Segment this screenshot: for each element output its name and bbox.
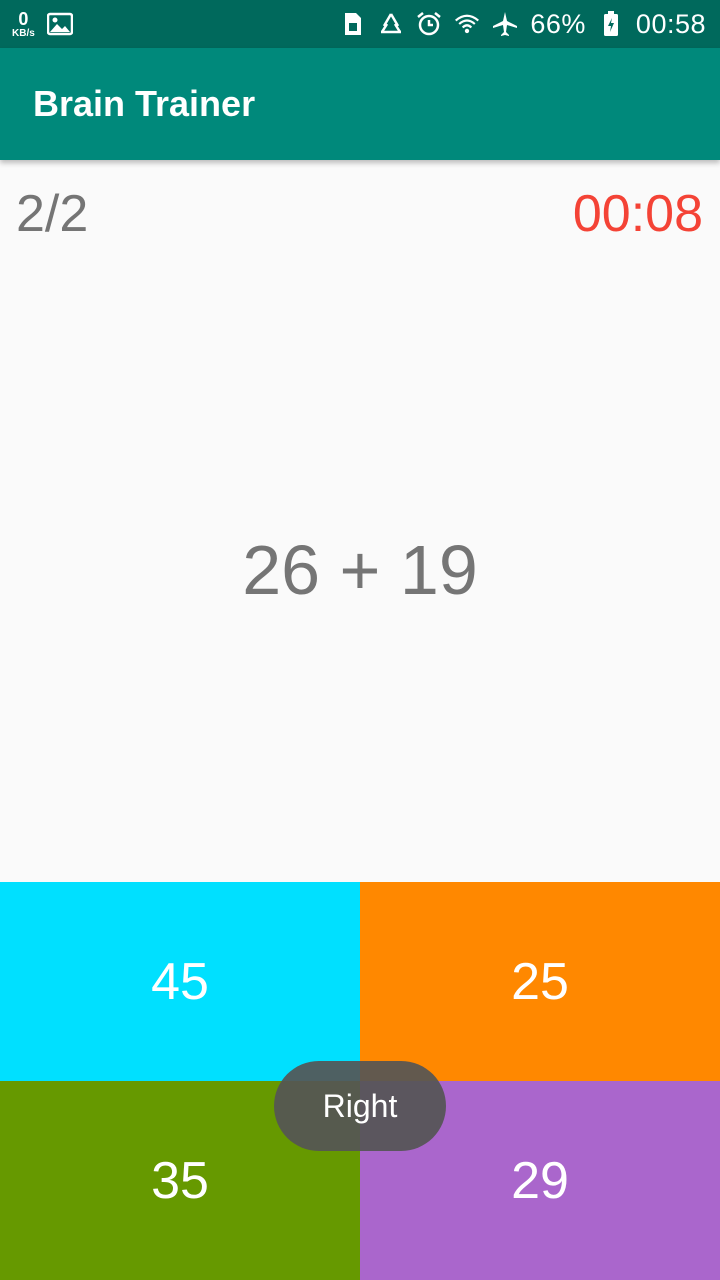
battery-percent: 66% — [530, 8, 586, 39]
answer-button-2[interactable]: 25 — [360, 882, 720, 1081]
answer-button-1[interactable]: 45 — [0, 882, 360, 1081]
recycle-icon — [378, 11, 404, 37]
alarm-icon — [416, 11, 442, 37]
status-bar-left: 0 KB/s — [12, 10, 73, 39]
screen: 0 KB/s 66% 00:58 Brain Trainer 2/2 00:08… — [0, 0, 720, 1280]
battery-icon — [598, 11, 624, 37]
status-bar: 0 KB/s 66% 00:58 — [0, 0, 720, 48]
toast-message: Right — [274, 1061, 446, 1151]
app-bar: Brain Trainer — [0, 48, 720, 160]
network-speed-unit: KB/s — [12, 27, 35, 39]
network-speed: 0 KB/s — [12, 10, 35, 39]
question-text: 26 + 19 — [242, 531, 478, 609]
app-title: Brain Trainer — [33, 83, 256, 124]
clock: 00:58 — [635, 8, 706, 39]
timer-text: 00:08 — [572, 185, 703, 243]
network-speed-value: 0 — [18, 8, 29, 29]
airplane-icon — [492, 11, 518, 37]
status-bar-right: 66% 00:58 — [340, 9, 706, 40]
score-text: 2/2 — [16, 185, 89, 243]
toast-text: Right — [322, 1087, 398, 1124]
sim-icon — [340, 11, 366, 37]
gallery-icon — [46, 11, 73, 37]
wifi-icon — [454, 11, 480, 37]
